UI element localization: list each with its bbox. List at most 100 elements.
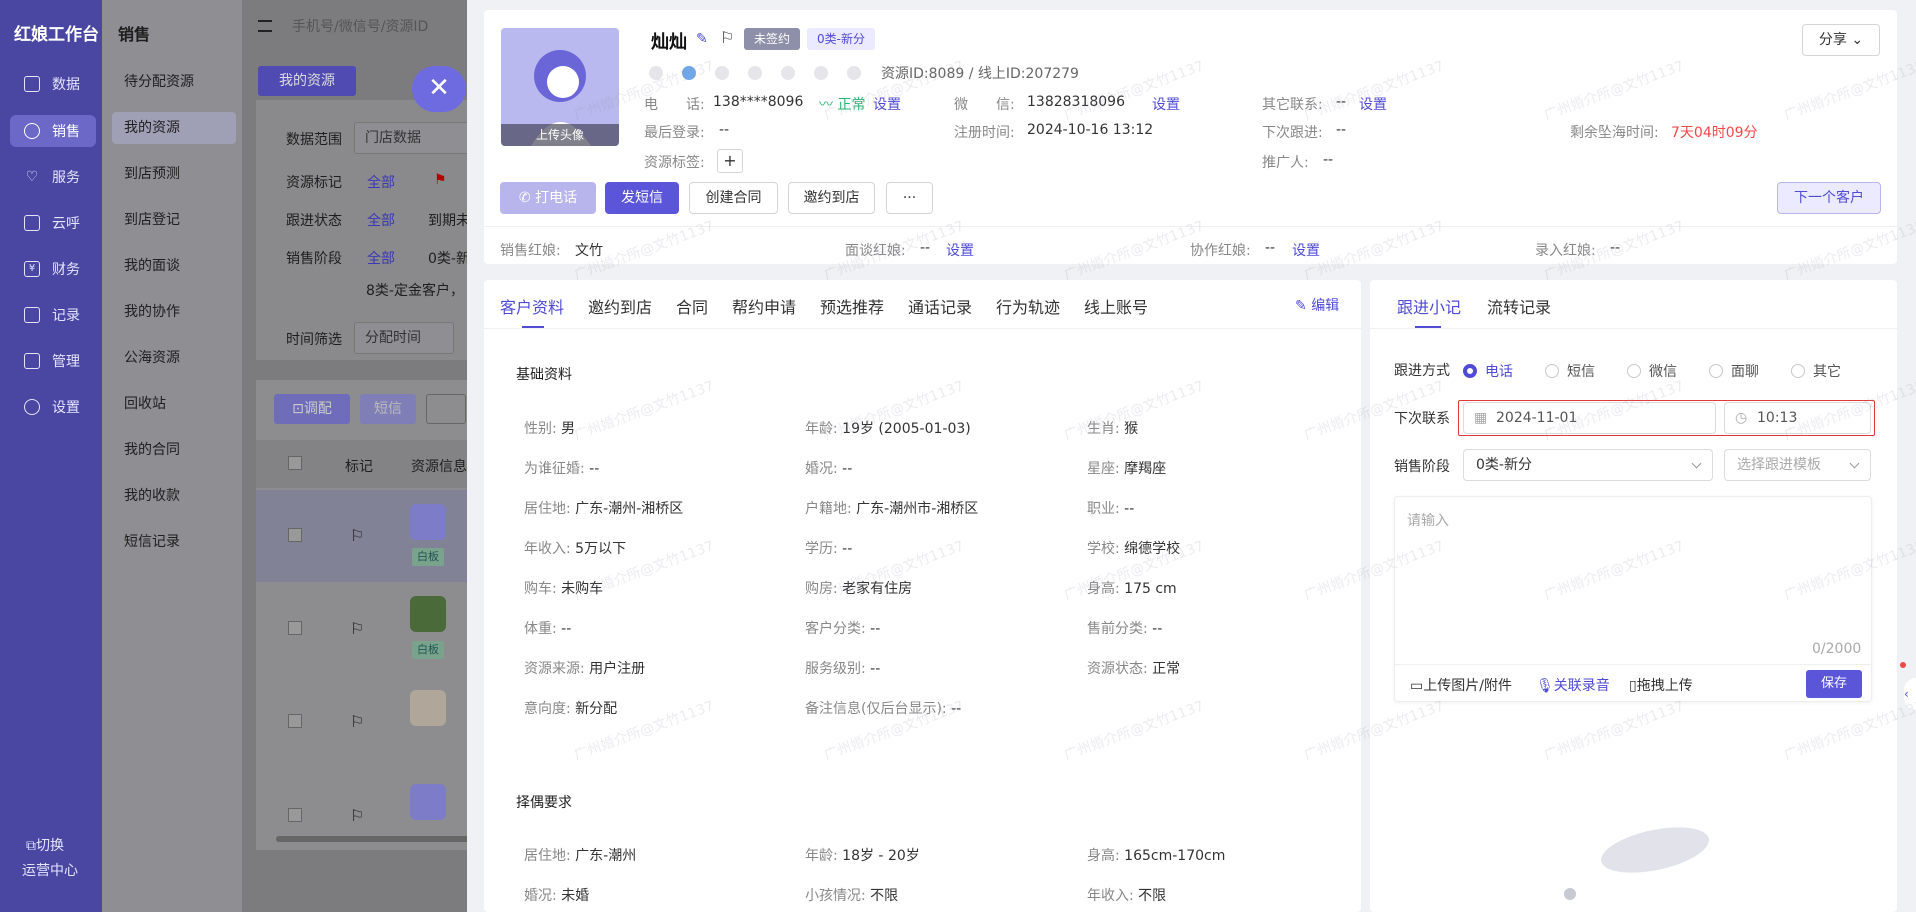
nav-item-sales[interactable]: 销售 [10,115,96,147]
save-button[interactable]: 保存 [1806,670,1862,698]
other-contact-set-link[interactable]: 设置 [1359,94,1387,114]
basic-field: 身高: 175 cm [1087,581,1177,597]
tab-customer-info[interactable]: 客户资料 [500,294,564,318]
nav-item-data[interactable]: 数据 [10,68,96,100]
side-collapse-handle[interactable]: ‹ [1904,678,1916,710]
link-recording-button[interactable]: 🎙关联录音 [1536,675,1610,695]
my-resources-button[interactable]: 我的资源 [258,66,356,96]
method-radio-other[interactable]: 其它 [1791,361,1841,381]
flag-outline-icon[interactable]: ⚐ [350,806,364,825]
share-button[interactable]: 分享 ⌄ [1802,24,1880,56]
switch-button[interactable]: ⧉切换 [26,835,64,855]
sidebar-item-contracts[interactable]: 我的合同 [112,434,236,466]
sidebar-item-public-sea[interactable]: 公海资源 [112,342,236,374]
method-radio-sms[interactable]: 短信 [1545,361,1595,381]
interview-set-link[interactable]: 设置 [946,240,974,260]
sidebar-item-my-resources[interactable]: 我的资源 [112,112,236,144]
menu-toggle-icon[interactable] [258,20,272,32]
primary-nav: 红娘工作台 数据 销售 ♡ 服务 云呼 ¥ 财务 记录 管理 设置 ⧉切换 运营中心 [0,0,102,912]
invite-visit-button[interactable]: 邀约到店 [788,182,875,214]
car-icon [814,66,828,80]
flag-outline-icon[interactable]: ⚐ [350,619,364,638]
sidebar-item-sms-records[interactable]: 短信记录 [112,526,236,558]
next-customer-button[interactable]: 下一个客户 [1777,182,1881,214]
tab-follow-notes[interactable]: 跟进小记 [1397,294,1461,318]
method-radio-meeting[interactable]: 面聊 [1709,361,1759,381]
sidebar-item-interviews[interactable]: 我的面谈 [112,250,236,282]
assist-set-link[interactable]: 设置 [1292,240,1320,260]
tab-recommend[interactable]: 预选推荐 [820,294,884,318]
edit-name-icon[interactable]: ✎ [696,31,708,47]
nav-item-cloudcall[interactable]: 云呼 [10,207,96,239]
row-checkbox[interactable] [288,808,302,822]
tab-divider [484,328,1361,329]
data-range-select[interactable]: 门店数据 [354,122,474,154]
drag-upload-button[interactable]: ▯拖拽上传 [1629,675,1693,695]
nav-item-records[interactable]: 记录 [10,299,96,331]
horizontal-scrollbar[interactable] [276,836,476,842]
tab-help-request[interactable]: 帮约申请 [732,294,796,318]
method-radio-wechat[interactable]: 微信 [1627,361,1677,381]
flag-icon: ⚑ [434,172,447,188]
template-select[interactable]: 选择跟进模板 [1724,449,1871,481]
tab-call-records[interactable]: 通话记录 [908,294,972,318]
close-drawer-button[interactable]: ✕ [412,66,466,112]
wechat-set-link[interactable]: 设置 [1152,94,1180,114]
add-tag-button[interactable]: + [717,149,743,173]
flag-outline-icon[interactable]: ⚐ [350,526,364,545]
time-filter-select[interactable]: 分配时间 [354,322,454,354]
sidebar-item-pending[interactable]: 待分配资源 [112,66,236,98]
phone-set-link[interactable]: 设置 [873,94,901,114]
tab-divider [1370,328,1897,329]
create-contract-button[interactable]: 创建合同 [689,182,778,214]
sidebar-item-collab[interactable]: 我的协作 [112,296,236,328]
follow-status-all[interactable]: 全部 [367,210,395,230]
sales-matchmaker-value: 文竹 [575,243,603,259]
close-icon: ✕ [428,73,450,103]
send-sms-button[interactable]: 发短信 [605,182,679,214]
call-button[interactable]: ✆ 打电话 [500,182,596,214]
method-radio-phone[interactable]: 电话 [1463,361,1513,381]
phone-label: 电 话: [644,97,705,113]
transfer-button[interactable]: ⊡调配 [274,394,350,424]
next-contact-date-input[interactable]: ▦ 2024-11-01 [1463,402,1716,434]
decoration-dot [1564,888,1576,900]
resource-mark-all[interactable]: 全部 [367,172,395,192]
stage-option[interactable]: 0类-新 [428,248,470,268]
profile-avatar[interactable]: 上传头像 [501,28,619,146]
next-contact-time-input[interactable]: ◷ 10:13 [1724,402,1871,434]
row-checkbox[interactable] [288,714,302,728]
edit-link[interactable]: ✎ 编辑 [1295,295,1339,315]
nav-item-service[interactable]: ♡ 服务 [10,161,96,193]
flag-outline-icon[interactable]: ⚐ [720,28,734,47]
sales-stage-all[interactable]: 全部 [367,248,395,268]
edit-button[interactable] [426,394,466,424]
status-option[interactable]: 到期未 [428,210,470,230]
ops-center-label[interactable]: 运营中心 [22,860,78,880]
sms-button[interactable]: 短信 [360,394,416,424]
flag-outline-icon[interactable]: ⚐ [350,712,364,731]
customer-name: 灿灿 [651,32,687,53]
nav-item-settings[interactable]: 设置 [10,391,96,423]
stage-option-line2[interactable]: 8类-定金客户， [366,280,464,300]
note-textarea[interactable]: 请输入 [1407,510,1449,530]
select-all-checkbox[interactable] [288,456,302,470]
sales-stage-select[interactable]: 0类-新分 [1463,449,1713,481]
sidebar-item-visit-forecast[interactable]: 到店预测 [112,158,236,190]
sidebar-item-payments[interactable]: 我的收款 [112,480,236,512]
row-checkbox[interactable] [288,528,302,542]
tab-online-account[interactable]: 线上账号 [1084,294,1148,318]
tab-contract[interactable]: 合同 [676,294,708,318]
row-checkbox[interactable] [288,621,302,635]
sidebar-item-recycle[interactable]: 回收站 [112,388,236,420]
nav-item-finance[interactable]: ¥ 财务 [10,253,96,285]
upload-attachment-button[interactable]: ▭上传图片/附件 [1410,675,1512,695]
next-contact-label: 下次联系 [1394,411,1450,427]
tab-invite[interactable]: 邀约到店 [588,294,652,318]
upload-avatar-button[interactable]: 上传头像 [501,124,619,146]
sidebar-item-visit-register[interactable]: 到店登记 [112,204,236,236]
tab-behavior[interactable]: 行为轨迹 [996,294,1060,318]
more-button[interactable]: ··· [886,182,933,214]
nav-item-manage[interactable]: 管理 [10,345,96,377]
tab-transfer-records[interactable]: 流转记录 [1487,294,1551,318]
